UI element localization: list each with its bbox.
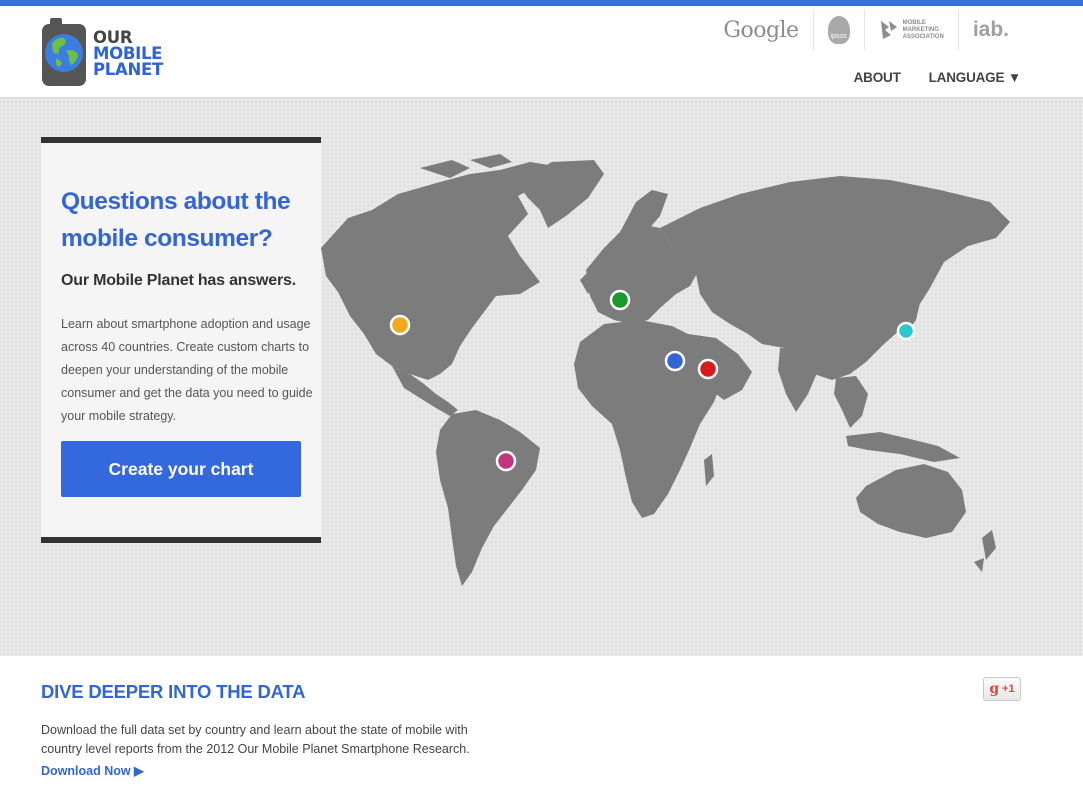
map-new-zealand xyxy=(974,530,996,572)
map-marker-egypt xyxy=(664,350,686,372)
mma-logo[interactable]: MOBILE MARKETING ASSOCIATION xyxy=(863,10,958,50)
mma-line-3: ASSOCIATION xyxy=(902,33,944,40)
nav-about[interactable]: ABOUT xyxy=(854,70,901,85)
map-marker-japan xyxy=(896,321,916,341)
mma-mark-icon xyxy=(880,21,897,39)
hero-title: Questions about the mobile consumer? xyxy=(61,188,291,252)
ipsos-logo-wrap[interactable]: ipsos xyxy=(812,10,864,50)
main-nav: ABOUT LANGUAGE ▼ xyxy=(854,70,1022,85)
map-southeast-asia xyxy=(834,376,868,428)
ipsos-logo: ipsos xyxy=(827,16,850,44)
create-chart-button[interactable]: Create your chart xyxy=(61,441,301,497)
dive-deeper-section: DIVE DEEPER INTO THE DATA Download the f… xyxy=(0,656,1083,794)
mma-line-1: MOBILE xyxy=(902,19,926,26)
map-australia xyxy=(856,464,966,538)
map-scandinavia xyxy=(620,190,668,232)
hero-card: Questions about the mobile consumer? Our… xyxy=(41,137,321,543)
map-north-america xyxy=(321,162,555,380)
map-marker-europe xyxy=(609,289,631,311)
map-marker-brazil xyxy=(495,450,517,472)
site-header: OUR MOBILE PLANET Google ipsos MOBILE MA… xyxy=(0,6,1083,98)
hero-body: Learn about smartphone adoption and usag… xyxy=(61,317,313,423)
mma-text: MOBILE MARKETING ASSOCIATION xyxy=(903,20,944,41)
plus-one-label: +1 xyxy=(1002,683,1015,695)
iab-logo[interactable]: iab. xyxy=(957,10,1023,50)
map-marker-saudi-arabia xyxy=(697,358,719,380)
globe-phone-icon xyxy=(42,18,86,86)
dive-deeper-heading: DIVE DEEPER INTO THE DATA xyxy=(41,681,306,702)
google-plus-icon: g xyxy=(989,681,1000,697)
logo-wordmark: OUR MOBILE PLANET xyxy=(93,29,163,79)
google-plus-one-button[interactable]: g +1 xyxy=(983,677,1021,701)
google-logo[interactable]: Google xyxy=(709,10,812,50)
map-indonesia xyxy=(846,432,960,462)
logo-line-3: PLANET xyxy=(93,60,163,79)
mma-line-2: MARKETING xyxy=(902,26,939,33)
download-now-link[interactable]: Download Now ▶ xyxy=(41,763,144,778)
map-marker-north-america xyxy=(389,314,411,336)
site-logo[interactable]: OUR MOBILE PLANET xyxy=(40,18,180,88)
map-south-america xyxy=(436,410,540,586)
nav-language[interactable]: LANGUAGE ▼ xyxy=(929,70,1022,85)
partner-logos: Google ipsos MOBILE MARKETING ASSOCIATIO… xyxy=(709,8,1023,52)
map-madagascar xyxy=(704,454,714,486)
dive-deeper-body: Download the full data set by country an… xyxy=(41,723,470,756)
hero-section: Questions about the mobile consumer? Our… xyxy=(0,98,1083,656)
hero-subtitle: Our Mobile Planet has answers. xyxy=(61,272,296,289)
